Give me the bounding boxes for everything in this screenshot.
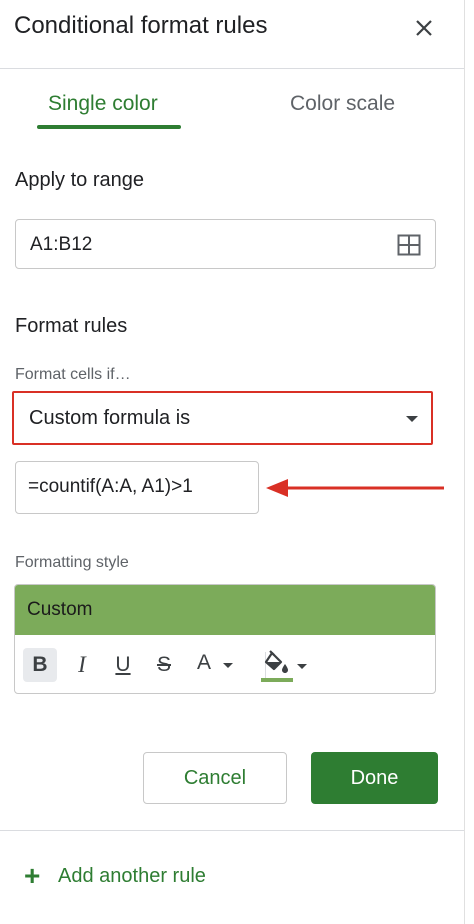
format-rules-heading: Format rules — [15, 315, 128, 337]
bold-icon: B — [32, 653, 48, 676]
fill-color-button[interactable] — [259, 646, 311, 684]
apply-range-heading: Apply to range — [15, 169, 144, 191]
text-color-icon: A — [196, 651, 211, 674]
caret-down-icon — [223, 663, 233, 668]
select-range-button[interactable] — [397, 234, 421, 256]
style-preview-text: Custom — [27, 599, 93, 620]
cancel-label: Cancel — [183, 766, 247, 789]
header-divider — [0, 68, 464, 69]
bold-button[interactable]: B — [23, 648, 57, 682]
underline-icon: U — [115, 653, 131, 676]
grid-select-icon — [397, 234, 421, 256]
underline-button[interactable]: U — [106, 648, 140, 682]
fill-color-swatch — [261, 678, 293, 682]
plus-icon: + — [24, 860, 41, 891]
text-color-button[interactable]: A — [189, 646, 239, 680]
arrow-left-icon — [266, 479, 444, 497]
condition-label: Format cells if… — [15, 366, 131, 383]
paint-bucket-icon — [264, 650, 288, 673]
range-input[interactable]: A1:B12 — [15, 219, 436, 269]
formula-value: =countif(A:A, A1)>1 — [28, 476, 193, 497]
panel-title: Conditional format rules — [14, 12, 268, 39]
style-preview[interactable]: Custom — [15, 585, 435, 635]
formatting-style-box[interactable]: Custom B I U S A — [14, 584, 436, 694]
cancel-button[interactable]: Cancel — [143, 752, 287, 804]
done-label: Done — [350, 766, 399, 789]
add-rule-label: Add another rule — [58, 865, 206, 887]
close-button[interactable] — [410, 14, 438, 42]
italic-icon: I — [78, 652, 86, 677]
strikethrough-icon: S — [156, 653, 171, 676]
formatting-style-label: Formatting style — [15, 554, 129, 571]
range-value: A1:B12 — [30, 234, 93, 255]
active-tab-indicator — [37, 125, 181, 129]
condition-value: Custom formula is — [29, 407, 191, 429]
tab-color-scale[interactable]: Color scale — [290, 92, 395, 116]
done-button[interactable]: Done — [311, 752, 438, 804]
caret-down-icon — [297, 664, 307, 669]
formula-input[interactable]: =countif(A:A, A1)>1 — [15, 461, 259, 514]
condition-dropdown[interactable]: Custom formula is — [12, 391, 433, 445]
footer-divider — [0, 830, 464, 831]
caret-down-icon — [406, 416, 418, 422]
tab-single-color[interactable]: Single color — [48, 92, 158, 116]
annotation-arrow — [264, 477, 446, 499]
panel-edge — [464, 0, 465, 924]
italic-button[interactable]: I — [65, 648, 99, 682]
close-icon — [416, 20, 432, 36]
strikethrough-button[interactable]: S — [147, 648, 181, 682]
